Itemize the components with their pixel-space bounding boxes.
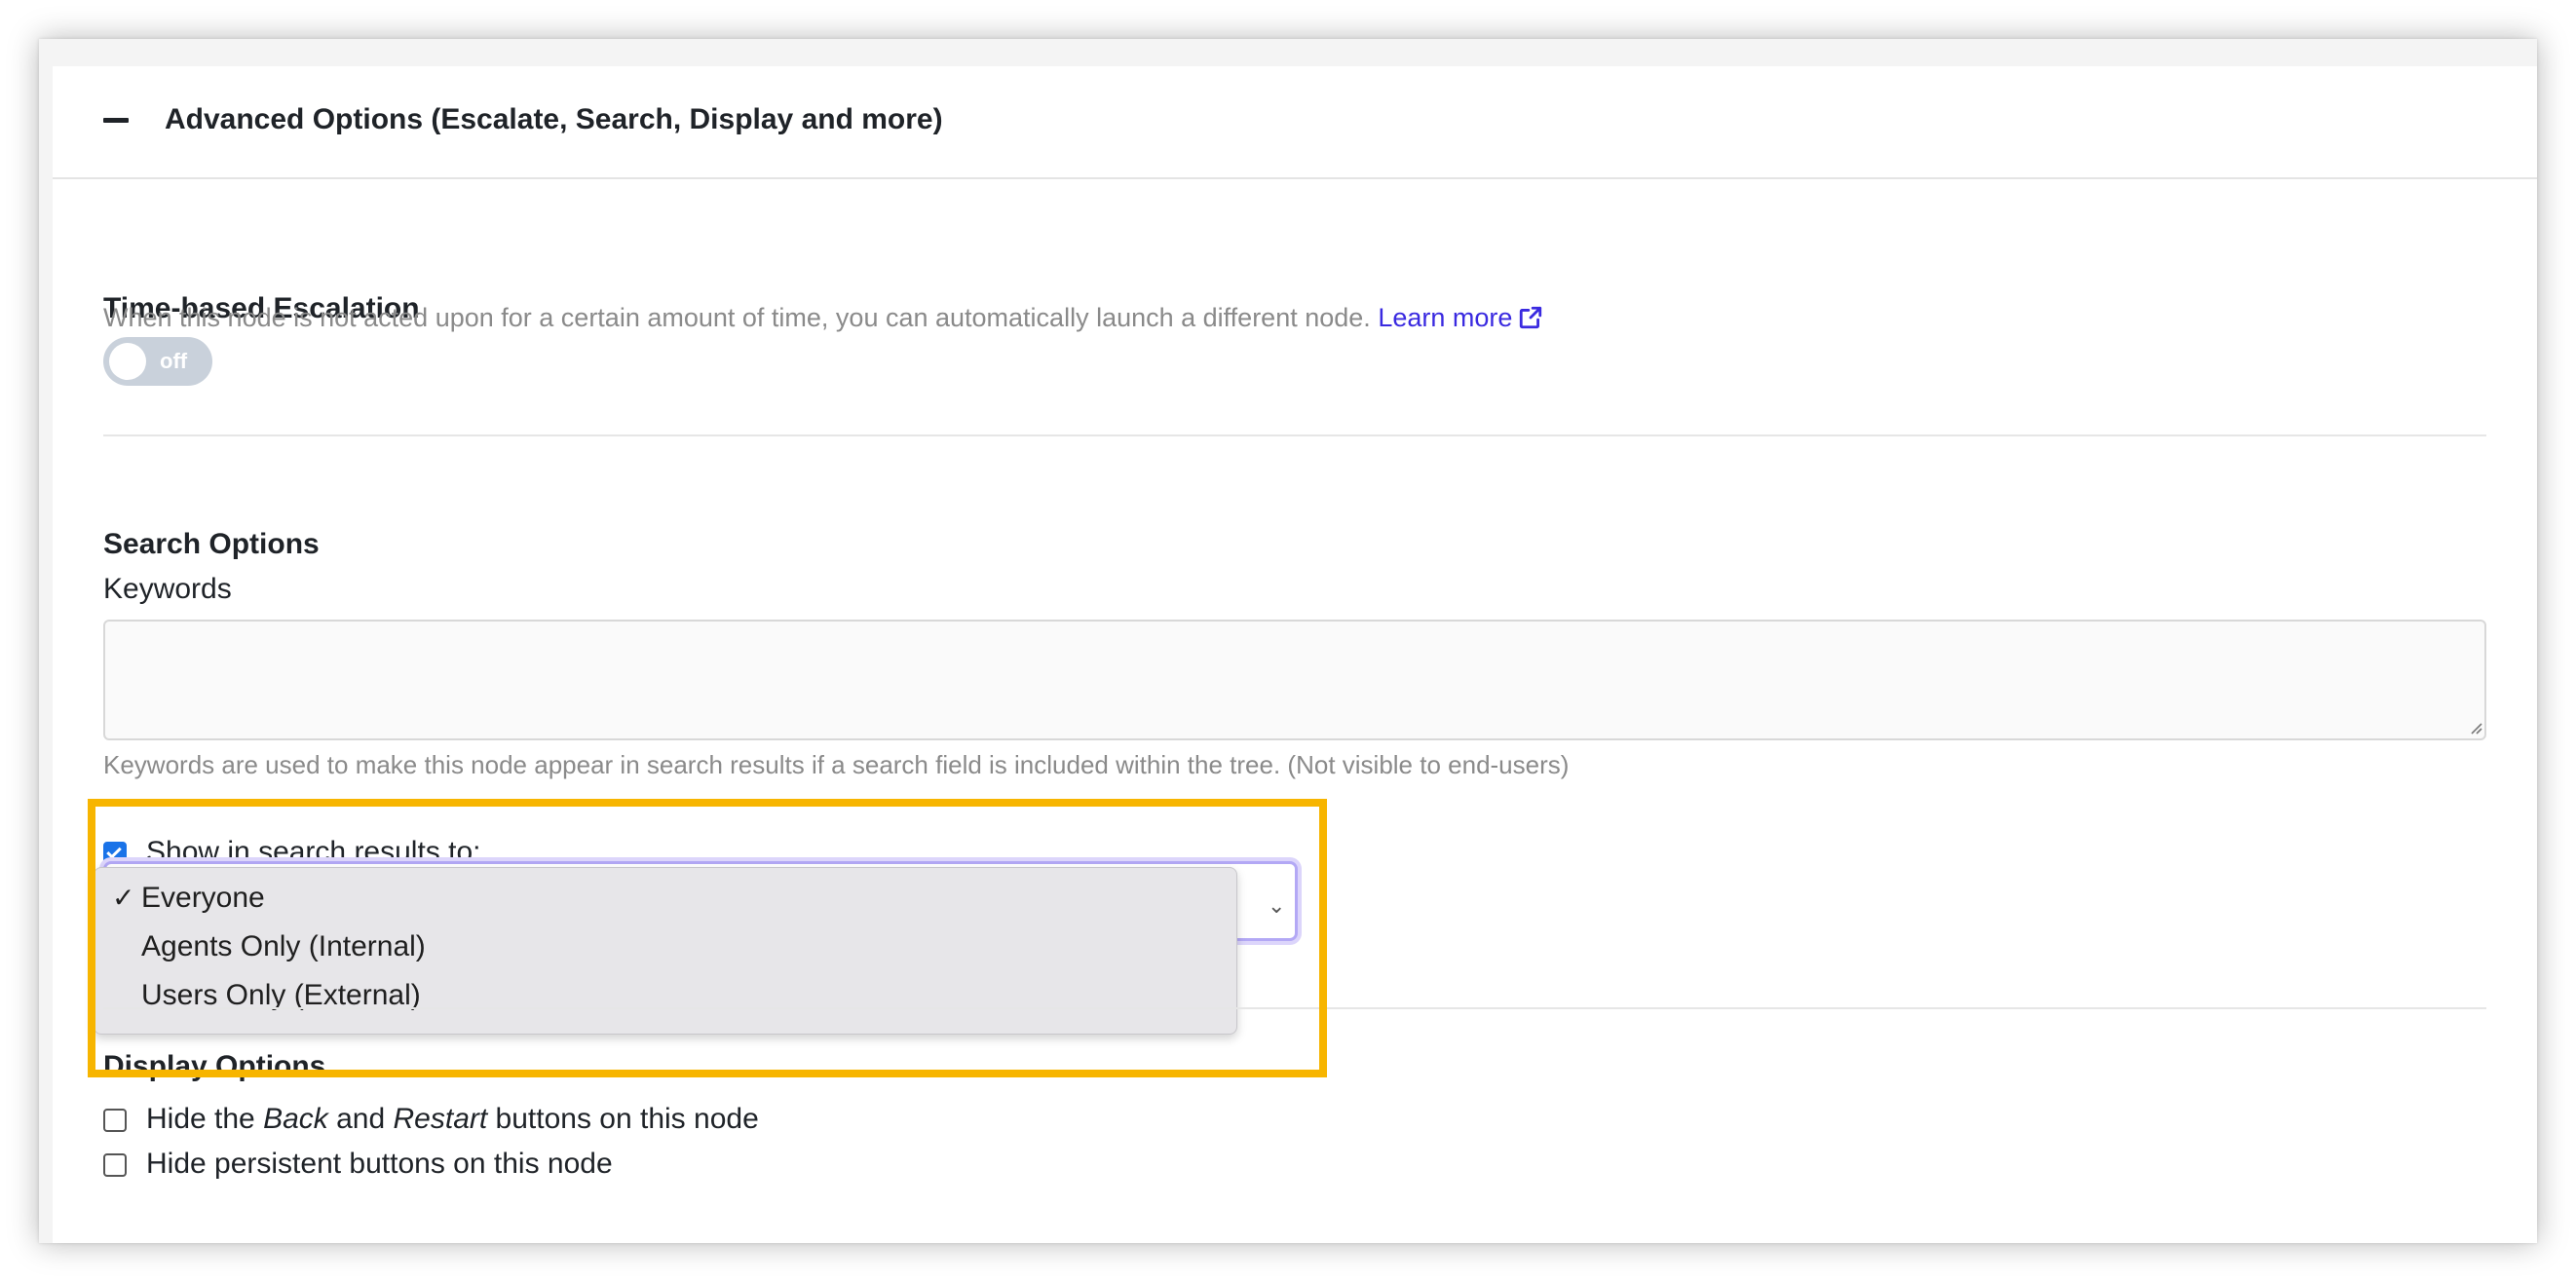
toggle-state-label: off — [160, 349, 188, 373]
external-link-icon[interactable] — [1518, 305, 1543, 330]
label-text: Hide the — [146, 1103, 264, 1135]
restart-emphasis: Restart — [393, 1103, 488, 1135]
window-frame: Advanced Options (Escalate, Search, Disp… — [39, 39, 2537, 1243]
learn-more-text[interactable]: Learn more — [1378, 303, 1512, 332]
toggle-knob — [109, 343, 146, 380]
search-options-title: Search Options — [103, 528, 320, 560]
back-emphasis: Back — [263, 1103, 328, 1135]
keywords-label: Keywords — [103, 573, 232, 605]
hide-back-restart-checkbox[interactable] — [103, 1109, 127, 1132]
advanced-options-title: Advanced Options (Escalate, Search, Disp… — [165, 103, 943, 135]
hide-back-restart-label[interactable]: Hide the Back and Restart buttons on thi… — [146, 1103, 759, 1136]
escalation-description: When this node is not acted upon for a c… — [103, 303, 1543, 333]
escalation-toggle[interactable]: off — [103, 337, 212, 386]
resize-grip-icon[interactable] — [2467, 719, 2482, 735]
label-text: buttons on this node — [487, 1103, 759, 1135]
section-divider — [103, 434, 2486, 436]
collapse-minus-icon[interactable] — [103, 118, 129, 123]
advanced-options-header[interactable]: Advanced Options (Escalate, Search, Disp… — [53, 66, 2537, 179]
escalation-description-text: When this node is not acted upon for a c… — [103, 303, 1371, 332]
advanced-options-panel: Advanced Options (Escalate, Search, Disp… — [53, 66, 2537, 1243]
annotation-highlight-box — [88, 799, 1327, 1077]
hide-persistent-label[interactable]: Hide persistent buttons on this node — [146, 1148, 613, 1181]
keywords-help-text: Keywords are used to make this node appe… — [103, 750, 1570, 779]
learn-more-link[interactable]: Learn more — [1378, 303, 1543, 332]
hide-persistent-checkbox[interactable] — [103, 1153, 127, 1177]
keywords-input[interactable] — [103, 620, 2486, 740]
label-text: and — [327, 1103, 394, 1135]
